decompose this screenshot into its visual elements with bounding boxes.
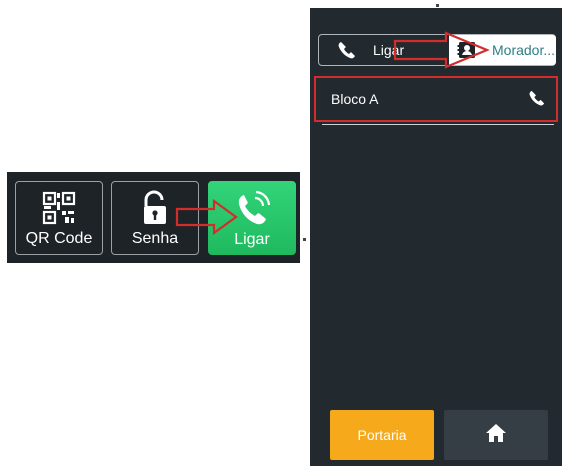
tab-ligar[interactable]: Ligar xyxy=(319,35,439,65)
list-item[interactable]: Bloco A xyxy=(314,76,558,122)
tab-morador-label: Morador... xyxy=(492,42,556,58)
ligar-button[interactable]: Ligar xyxy=(208,181,296,255)
home-button[interactable] xyxy=(444,410,548,460)
unlock-icon xyxy=(112,190,198,226)
qr-code-icon xyxy=(16,190,102,226)
access-keypad: QR Code Senha Ligar xyxy=(7,172,300,263)
portaria-label: Portaria xyxy=(357,427,407,443)
qr-code-label: QR Code xyxy=(25,230,93,247)
phone-ringing-icon xyxy=(208,189,296,225)
portaria-button[interactable]: Portaria xyxy=(330,410,434,460)
call-mode-tabs: Ligar Morador... xyxy=(318,34,556,66)
senha-label: Senha xyxy=(131,230,179,247)
contact-card-icon xyxy=(457,41,477,62)
senha-button[interactable]: Senha xyxy=(111,181,199,255)
edge-mark xyxy=(303,238,306,241)
phone-icon xyxy=(337,41,357,62)
ligar-label: Ligar xyxy=(234,231,270,248)
divider xyxy=(322,124,554,125)
edge-mark xyxy=(436,4,439,7)
home-icon xyxy=(485,423,507,448)
qr-code-button[interactable]: QR Code xyxy=(15,181,103,255)
phone-icon[interactable] xyxy=(528,90,546,109)
list-item-label: Bloco A xyxy=(331,91,379,107)
phone-screen: Ligar Morador... Bloco A Portaria xyxy=(310,8,562,466)
tab-morador[interactable]: Morador... xyxy=(449,35,556,65)
tab-ligar-label: Ligar xyxy=(373,42,405,58)
